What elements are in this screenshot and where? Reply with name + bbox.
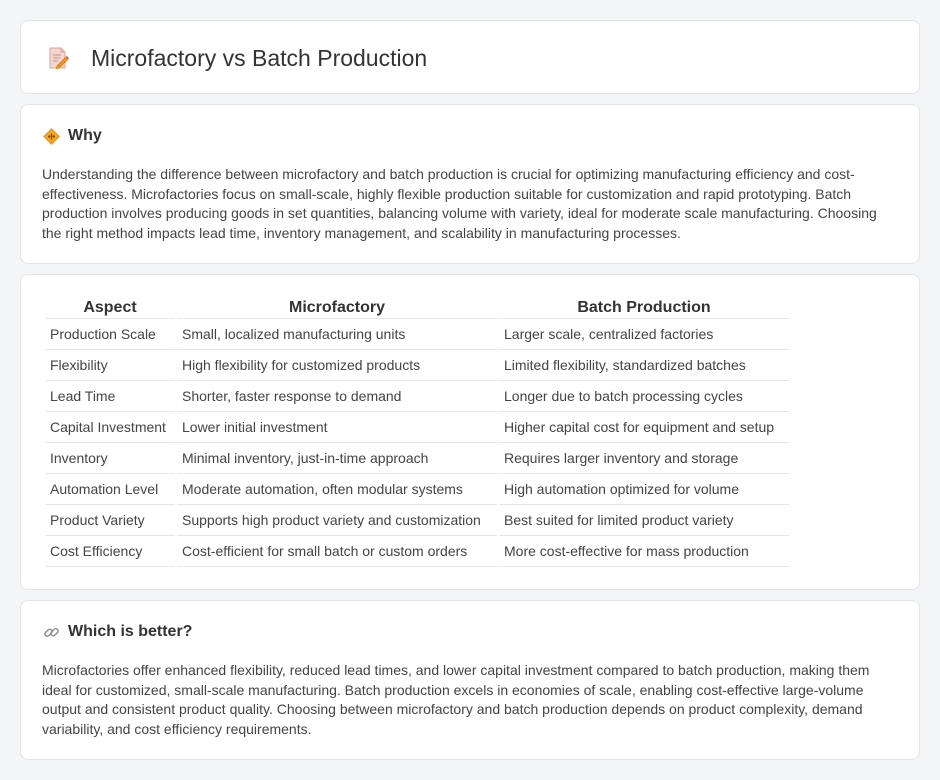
why-body: Understanding the difference between mic… [42,166,877,241]
table-row: Automation Level Moderate automation, of… [45,474,789,505]
table-header-row: Aspect Microfactory Batch Production [45,295,789,319]
cell-aspect: Product Variety [45,505,175,536]
cell-batch: Larger scale, centralized factories [499,319,789,350]
cell-microfactory: Cost-efficient for small batch or custom… [177,536,497,567]
cell-microfactory: Shorter, faster response to demand [177,381,497,412]
page-header: Microfactory vs Batch Production [47,43,427,73]
cell-microfactory: Lower initial investment [177,412,497,443]
cell-aspect: Production Scale [45,319,175,350]
cell-batch: High automation optimized for volume [499,474,789,505]
comparison-table: Aspect Microfactory Batch Production Pro… [43,295,791,567]
comparison-section: Aspect Microfactory Batch Production Pro… [20,274,920,590]
cell-batch: Limited flexibility, standardized batche… [499,350,789,381]
cell-aspect: Lead Time [45,381,175,412]
header-microfactory: Microfactory [177,295,497,319]
which-is-better-section: Which is better? Microfactories offer en… [20,600,920,760]
header-batch-production: Batch Production [499,295,789,319]
cell-microfactory: High flexibility for customized products [177,350,497,381]
table-row: Flexibility High flexibility for customi… [45,350,789,381]
why-section: Why Understanding the difference between… [20,104,920,264]
page-title: Microfactory vs Batch Production [91,45,428,71]
cell-batch: Longer due to batch processing cycles [499,381,789,412]
cell-batch: Best suited for limited product variety [499,505,789,536]
cell-batch: More cost-effective for mass production [499,536,789,567]
table-row: Inventory Minimal inventory, just-in-tim… [45,443,789,474]
cell-aspect: Capital Investment [45,412,175,443]
cell-aspect: Inventory [45,443,175,474]
table-row: Capital Investment Lower initial investm… [45,412,789,443]
better-title: Which is better? [68,623,193,640]
cell-aspect: Cost Efficiency [45,536,175,567]
better-body: Microfactories offer enhanced flexibilit… [42,662,870,737]
link-icon [43,624,60,641]
table-row: Cost Efficiency Cost-efficient for small… [45,536,789,567]
why-heading: Why [43,127,102,145]
table-row: Product Variety Supports high product va… [45,505,789,536]
header-card: Microfactory vs Batch Production [20,20,920,94]
cell-microfactory: Moderate automation, often modular syste… [177,474,497,505]
diamond-warning-icon [43,127,60,145]
cell-microfactory: Minimal inventory, just-in-time approach [177,443,497,474]
cell-batch: Higher capital cost for equipment and se… [499,412,789,443]
cell-microfactory: Small, localized manufacturing units [177,319,497,350]
cell-batch: Requires larger inventory and storage [499,443,789,474]
cell-aspect: Flexibility [45,350,175,381]
better-heading: Which is better? [43,623,192,641]
table-row: Production Scale Small, localized manufa… [45,319,789,350]
why-title: Why [68,127,102,144]
cell-aspect: Automation Level [45,474,175,505]
document-pencil-icon [47,46,69,70]
header-aspect: Aspect [45,295,175,319]
cell-microfactory: Supports high product variety and custom… [177,505,497,536]
table-row: Lead Time Shorter, faster response to de… [45,381,789,412]
